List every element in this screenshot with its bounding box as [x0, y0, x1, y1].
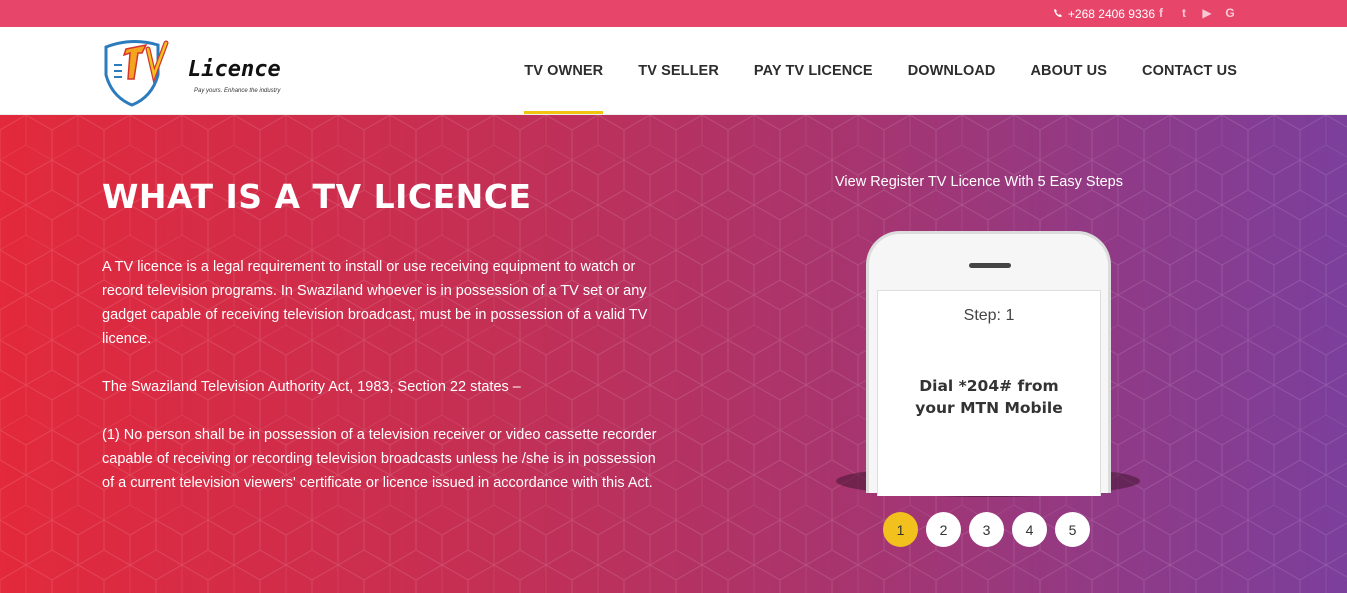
nav-item-download[interactable]: DOWNLOAD	[908, 27, 996, 115]
step-instruction: Dial *204# from your MTN Mobile	[915, 377, 1063, 417]
logo-tagline: Pay yours. Enhance the industry	[194, 88, 281, 94]
hero-section: WHAT IS A TV LICENCE A TV licence is a l…	[0, 115, 1347, 593]
nav-item-tv-seller[interactable]: TV SELLER	[638, 27, 719, 115]
phone-number[interactable]: +268 2406 9336	[1068, 7, 1155, 21]
paragraph-definition: A TV licence is a legal requirement to i…	[102, 259, 648, 347]
hero-description: A TV licence is a legal requirement to i…	[102, 255, 662, 519]
paragraph-clause: (1) No person shall be in possession of …	[102, 427, 657, 491]
nav-item-contact-us[interactable]: CONTACT US	[1142, 27, 1237, 115]
phone-mockup: Step: 1 Dial *204# from your MTN Mobile	[866, 231, 1111, 496]
youtube-icon[interactable]: ▶	[1200, 6, 1214, 20]
contact-info: +268 2406 9336	[1053, 7, 1155, 21]
step-label: Step: 1	[963, 307, 1015, 324]
pager-dot-2[interactable]: 2	[926, 512, 961, 547]
social-links: f t ▶ G	[1154, 6, 1237, 20]
google-icon[interactable]: G	[1223, 6, 1237, 20]
paragraph-act: The Swaziland Television Authority Act, …	[102, 379, 521, 395]
facebook-icon[interactable]: f	[1154, 6, 1168, 20]
nav-item-about-us[interactable]: ABOUT US	[1030, 27, 1107, 115]
pager-dot-5[interactable]: 5	[1055, 512, 1090, 547]
pager-dot-4[interactable]: 4	[1012, 512, 1047, 547]
step-pager: 12345	[883, 512, 1090, 547]
site-header: Licence Pay yours. Enhance the industry …	[0, 27, 1347, 115]
main-nav: TV OWNER TV SELLER PAY TV LICENCE DOWNLOAD A…	[524, 27, 1237, 115]
phone-screen: Step: 1 Dial *204# from your MTN Mobile	[877, 290, 1101, 496]
hero-title: WHAT IS A TV LICENCE	[102, 177, 532, 216]
register-steps-link[interactable]: View Register TV Licence With 5 Easy Ste…	[835, 174, 1123, 190]
logo[interactable]: Licence Pay yours. Enhance the industry	[102, 35, 302, 107]
twitter-icon[interactable]: t	[1177, 6, 1191, 20]
pager-dot-3[interactable]: 3	[969, 512, 1004, 547]
top-bar: +268 2406 9336 f t ▶ G	[0, 0, 1347, 27]
logo-shield-icon	[104, 40, 169, 107]
nav-item-pay-tv-licence[interactable]: PAY TV LICENCE	[754, 27, 873, 115]
phone-speaker	[969, 263, 1011, 268]
phone-icon	[1053, 7, 1063, 21]
pager-dot-1[interactable]: 1	[883, 512, 918, 547]
logo-wordmark: Licence	[188, 57, 281, 82]
nav-item-tv-owner[interactable]: TV OWNER	[524, 27, 604, 115]
